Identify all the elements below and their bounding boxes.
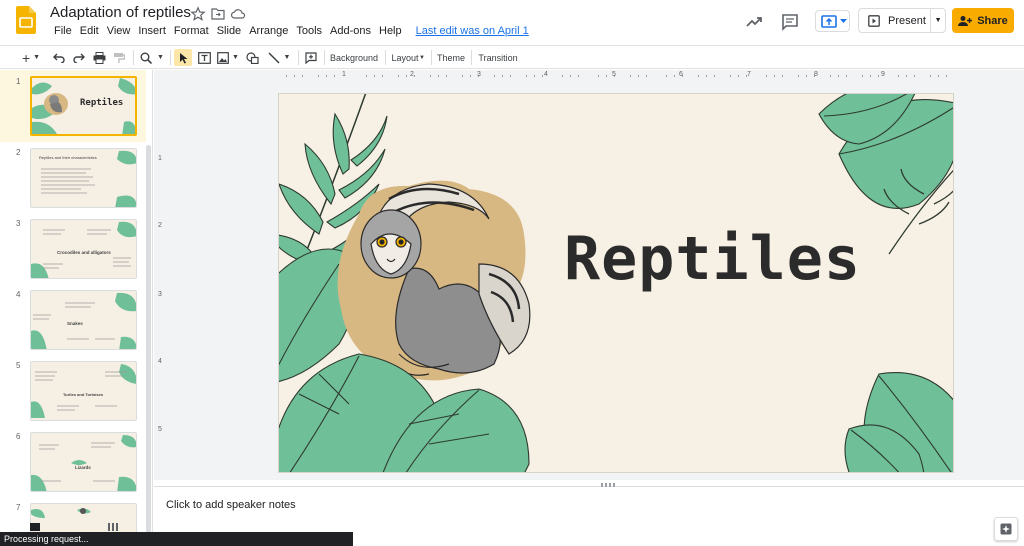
meeting-present-button[interactable]: [815, 10, 850, 32]
grid-view-icon[interactable]: [108, 523, 118, 531]
slide-number: 2: [16, 148, 21, 157]
present-icon: [868, 14, 880, 27]
explore-button[interactable]: [994, 517, 1018, 541]
slide-thumbnail-3[interactable]: Crocodiles and alligators: [30, 219, 137, 279]
new-slide-plus-icon[interactable]: + ▼: [18, 49, 44, 66]
filmstrip-scrollbar[interactable]: [146, 145, 151, 540]
ruler-label: 6: [679, 71, 683, 78]
theme-button[interactable]: Theme: [436, 49, 466, 66]
layout-button[interactable]: Layout: [390, 49, 420, 66]
star-icon[interactable]: [190, 6, 206, 22]
thumb-decoration: [31, 292, 136, 349]
menu-view[interactable]: View: [103, 25, 135, 41]
current-slide[interactable]: Reptiles: [278, 93, 954, 473]
slide-title[interactable]: Reptiles: [564, 224, 861, 294]
present-to-meeting-icon: [821, 15, 837, 28]
redo-icon[interactable]: [70, 49, 88, 66]
add-comment-icon[interactable]: [302, 49, 320, 66]
menu-help[interactable]: Help: [375, 25, 406, 41]
line-icon[interactable]: ▼: [264, 49, 294, 66]
ruler-label: 2: [158, 222, 162, 229]
explore-icon: [1000, 523, 1012, 535]
background-button[interactable]: Background: [328, 49, 380, 66]
menu-bar: File Edit View Insert Format Slide Arran…: [50, 25, 533, 41]
slide-thumbnail-1[interactable]: Reptiles: [30, 76, 137, 136]
ruler-label: 4: [158, 358, 162, 365]
horizontal-ruler: [286, 75, 947, 77]
present-label: Present: [888, 14, 926, 27]
ruler-label: 3: [477, 71, 481, 78]
undo-icon[interactable]: [50, 49, 68, 66]
leaf-bottom-right: [844, 372, 953, 472]
menu-addons[interactable]: Add-ons: [326, 25, 375, 41]
slide-number: 7: [16, 503, 21, 512]
menu-format[interactable]: Format: [170, 25, 213, 41]
document-title[interactable]: Adaptation of reptiles: [50, 4, 191, 21]
share-label: Share: [977, 14, 1008, 27]
thumb-decoration: [31, 221, 136, 278]
select-cursor-icon[interactable]: [174, 49, 192, 66]
insert-image-icon[interactable]: ▼: [215, 49, 241, 66]
menu-tools[interactable]: Tools: [292, 25, 326, 41]
text-box-icon[interactable]: [195, 49, 213, 66]
zoom-icon[interactable]: ▼: [138, 49, 166, 66]
menu-edit[interactable]: Edit: [76, 25, 103, 41]
chevron-down-icon: [840, 19, 847, 23]
comment-icon[interactable]: [780, 12, 800, 32]
ruler-label: 8: [814, 71, 818, 78]
lock-person-icon: [958, 15, 973, 26]
slide-number: 3: [16, 219, 21, 228]
ruler-label: 9: [881, 71, 885, 78]
ruler-label: 1: [342, 71, 346, 78]
last-edit-link[interactable]: Last edit was on April 1: [412, 25, 533, 41]
speaker-notes-placeholder[interactable]: Click to add speaker notes: [166, 499, 296, 511]
thumb-title: Reptiles: [80, 98, 124, 108]
header-bar: Adaptation of reptiles File Edit View In…: [0, 0, 1024, 44]
print-icon[interactable]: [90, 49, 108, 66]
ruler-label: 2: [410, 71, 414, 78]
slide-number: 6: [16, 432, 21, 441]
ruler-label: 1: [158, 155, 162, 162]
filmstrip-view-icon[interactable]: [30, 523, 40, 531]
slide-number: 4: [16, 290, 21, 299]
thumb-decoration: [41, 150, 136, 207]
ruler-label: 5: [158, 426, 162, 433]
ruler-label: 4: [544, 71, 548, 78]
slide-thumbnail-5[interactable]: Turtles and Tortoises: [30, 361, 137, 421]
slide-number: 5: [16, 361, 21, 370]
transition-button[interactable]: Transition: [476, 49, 520, 66]
present-options-chevron-icon[interactable]: ▼: [931, 9, 945, 32]
share-button[interactable]: Share: [952, 8, 1014, 33]
present-button[interactable]: Present ▼: [858, 8, 946, 33]
trending-icon[interactable]: [744, 12, 764, 32]
slides-logo-icon[interactable]: [16, 6, 36, 34]
toolbar: + ▼ ▼ ▼ ▼ Background Layout ▼ Theme Trans…: [0, 45, 1024, 69]
menu-arrange[interactable]: Arrange: [245, 25, 292, 41]
status-toast: Processing request...: [0, 532, 353, 546]
ruler-label: 3: [158, 291, 162, 298]
folder-move-icon[interactable]: [210, 6, 226, 22]
thumb-decoration: [31, 435, 136, 491]
menu-insert[interactable]: Insert: [134, 25, 170, 41]
slide-thumbnail-4[interactable]: Snakes: [30, 290, 137, 350]
ruler-label: 7: [747, 71, 751, 78]
slide-thumbnail-6[interactable]: Lizards: [30, 432, 137, 492]
shape-icon[interactable]: [243, 49, 261, 66]
paint-format-icon[interactable]: [110, 49, 128, 66]
menu-file[interactable]: File: [50, 25, 76, 41]
monstera-leaf-bottom: [279, 353, 530, 472]
slide-number: 1: [16, 77, 21, 86]
menu-slide[interactable]: Slide: [213, 25, 245, 41]
ruler-label: 5: [612, 71, 616, 78]
cloud-saved-icon[interactable]: [230, 6, 246, 22]
slide-filmstrip: 1 Reptiles 2 Reptiles and their characte…: [0, 70, 153, 546]
layout-chevron-icon[interactable]: ▼: [418, 49, 426, 66]
slide-thumbnail-2[interactable]: Reptiles and their characteristics: [30, 148, 137, 208]
thumb-decoration: [31, 364, 136, 418]
resize-handle-icon[interactable]: [601, 483, 615, 487]
